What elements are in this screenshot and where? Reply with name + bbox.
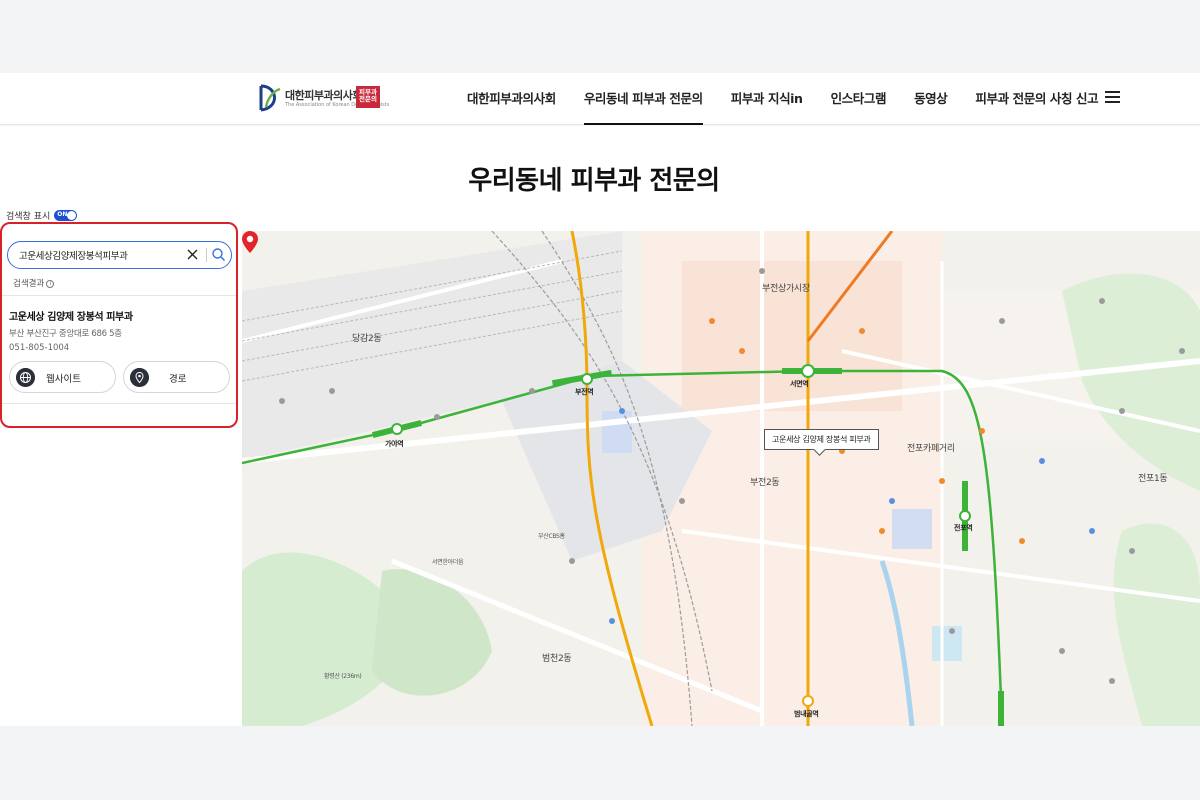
map-station-bujeon[interactable]: 부전역 bbox=[575, 387, 594, 397]
footer-band bbox=[0, 726, 1200, 800]
results-bottom-divider bbox=[2, 403, 236, 404]
map-label-hwangnyeong: 황령산 (236m) bbox=[324, 673, 362, 680]
nav-item-impersonation-report[interactable]: 피부과 전문의 사칭 신고 bbox=[975, 73, 1098, 125]
search-divider bbox=[206, 248, 207, 262]
map-station-beomnaegol[interactable]: 범내골역 bbox=[794, 709, 819, 719]
toggle-state-text: ON bbox=[57, 210, 68, 218]
globe-icon bbox=[16, 368, 35, 387]
page: 대한피부과의사회 The Association of Korean Derma… bbox=[0, 0, 1200, 800]
map-canvas bbox=[242, 231, 1200, 726]
page-title: 우리동네 피부과 전문의 bbox=[0, 160, 1200, 197]
map-station-seomyeon[interactable]: 서면역 bbox=[790, 379, 809, 389]
route-button-label: 경로 bbox=[169, 374, 187, 385]
nav-item-association[interactable]: 대한피부과의사회 bbox=[467, 73, 556, 125]
search-panel: 검색결과i 고운세상 김양제 장봉석 피부과 부산 부산진구 중앙대로 686 … bbox=[0, 222, 238, 428]
result-name[interactable]: 고운세상 김양제 장봉석 피부과 bbox=[9, 308, 133, 323]
map-station-jeonpo[interactable]: 전포역 bbox=[954, 523, 973, 533]
map-view[interactable]: 당감2동 부전상가시장 전포카페거리 부전2동 전포1동 범천2동 황령산 (2… bbox=[242, 231, 1200, 726]
map-label-cbs: 부산CBS홈 bbox=[538, 533, 565, 540]
nav-item-video[interactable]: 동영상 bbox=[914, 73, 948, 125]
search-box bbox=[7, 241, 232, 269]
location-pin-icon bbox=[130, 368, 149, 387]
search-toggle-row: 검색창 표시 ON bbox=[6, 208, 78, 222]
map-label-jeonpo1: 전포1동 bbox=[1138, 474, 1168, 484]
route-button[interactable]: 경로 bbox=[123, 361, 230, 393]
result-phone: 051-805-1004 bbox=[9, 343, 70, 353]
search-icon[interactable] bbox=[211, 247, 226, 262]
results-label-text: 검색결과 bbox=[13, 279, 45, 289]
nav-item-local-dermatologist[interactable]: 우리동네 피부과 전문의 bbox=[583, 73, 703, 125]
logo-name: 대한피부과의사회 bbox=[285, 89, 362, 102]
map-label-bujeonsangga: 부전상가시장 bbox=[762, 284, 810, 294]
result-address: 부산 부산진구 중앙대로 686 5층 bbox=[9, 329, 122, 339]
map-label-dangam: 당감2동 bbox=[352, 334, 382, 344]
search-input[interactable] bbox=[19, 247, 184, 263]
main-nav: 대한피부과의사회 우리동네 피부과 전문의 피부과 지식in 인스타그램 동영상… bbox=[467, 73, 1126, 125]
site-logo[interactable]: 대한피부과의사회 The Association of Korean Derma… bbox=[258, 83, 389, 113]
nav-item-instagram[interactable]: 인스타그램 bbox=[831, 73, 887, 125]
site-header: 대한피부과의사회 The Association of Korean Derma… bbox=[0, 73, 1200, 125]
toggle-knob bbox=[67, 210, 77, 220]
search-toggle-label: 검색창 표시 bbox=[6, 211, 51, 222]
results-divider bbox=[2, 295, 236, 296]
website-button-label: 웹사이트 bbox=[46, 374, 81, 385]
map-label-beomcheon2: 범천2동 bbox=[542, 654, 572, 664]
map-place-tooltip[interactable]: 고운세상 김양제 장봉석 피부과 bbox=[764, 429, 879, 450]
hamburger-menu-icon[interactable] bbox=[1105, 91, 1120, 105]
map-marker-icon[interactable] bbox=[242, 231, 258, 253]
logo-mark-icon bbox=[259, 84, 281, 112]
nav-item-knowledge[interactable]: 피부과 지식in bbox=[731, 73, 803, 125]
menu-bar bbox=[1105, 96, 1120, 98]
logo-badge: 피부과 전문의 bbox=[356, 86, 380, 108]
map-station-gaya[interactable]: 가야역 bbox=[385, 439, 404, 449]
menu-bar bbox=[1105, 101, 1120, 103]
results-label: 검색결과 i bbox=[13, 277, 55, 289]
map-label-bujeon2: 부전2동 bbox=[750, 478, 780, 488]
website-button[interactable]: 웹사이트 bbox=[9, 361, 116, 393]
search-panel-toggle[interactable]: ON bbox=[54, 209, 78, 221]
menu-bar bbox=[1105, 91, 1120, 93]
page-title-text: 우리동네 피부과 전문의 bbox=[468, 166, 720, 196]
info-icon[interactable]: i bbox=[46, 279, 55, 288]
content-area: 우리동네 피부과 전문의 검색창 표시 ON 검색결과i bbox=[0, 126, 1200, 726]
map-label-jeonpo-cafe: 전포카페거리 bbox=[907, 444, 955, 454]
clear-icon[interactable] bbox=[186, 248, 199, 261]
map-label-cinema: 서면한아더움 bbox=[432, 559, 464, 566]
